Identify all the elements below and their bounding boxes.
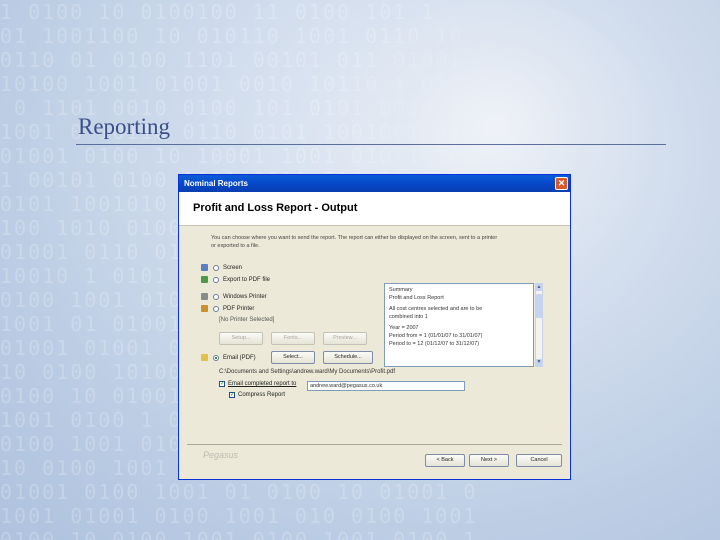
summary-scrollbar[interactable]: ▲ ▼ — [535, 283, 543, 367]
schedule-button[interactable]: Schedule... — [323, 351, 373, 364]
summary-line: Profit and Loss Report — [389, 294, 444, 301]
pdf-printer-icon — [201, 305, 208, 312]
summary-title: Summary — [389, 287, 413, 293]
option-export-pdf[interactable]: Export to PDF file — [201, 276, 270, 283]
option-screen[interactable]: Screen — [201, 264, 242, 271]
preview-button[interactable]: Preview... — [323, 332, 367, 345]
dialog-header: Profit and Loss Report - Output — [179, 192, 570, 226]
summary-line: combined into 1 — [389, 313, 428, 320]
summary-line: All cost centres selected and are to be — [389, 306, 483, 313]
dialog-description: You can choose where you want to send th… — [211, 235, 498, 249]
file-export-icon — [201, 276, 208, 283]
email-report-label: Email completed report to — [228, 381, 297, 387]
email-option-label: Email (PDF) — [223, 354, 256, 361]
summary-line: Period from = 1 (01/01/07 to 31/01/07) — [389, 332, 483, 339]
printer-icon — [201, 293, 208, 300]
screen-radio[interactable] — [213, 264, 219, 271]
scroll-up-icon[interactable]: ▲ — [536, 284, 542, 291]
nominal-reports-dialog: Nominal Reports ✕ Profit and Loss Report… — [178, 174, 571, 480]
back-button[interactable]: < Back — [425, 454, 465, 467]
email-address-input[interactable]: andrew.ward@pegasus.co.uk — [307, 381, 465, 391]
compress-checkbox[interactable]: ✓ — [229, 392, 235, 398]
option-windows-printer[interactable]: Windows Printer — [201, 293, 267, 300]
dialog-window-title: Nominal Reports — [184, 179, 249, 188]
slide-title: Reporting — [78, 114, 170, 139]
pdf-printer-radio[interactable] — [213, 305, 219, 312]
select-button[interactable]: Select... — [271, 351, 315, 364]
email-report-row[interactable]: ✓ Email completed report to — [219, 381, 296, 387]
summary-panel: Summary Profit and Loss Report All cost … — [384, 283, 534, 367]
export-pdf-radio[interactable] — [213, 276, 219, 283]
pegasus-watermark: Pegasus — [203, 450, 239, 460]
option-pdf-printer[interactable]: PDF Printer — [201, 305, 254, 312]
windows-printer-radio[interactable] — [213, 293, 219, 300]
file-path-text: C:\Documents and Settings\andrew.ward\My… — [219, 369, 396, 375]
compress-report-label: Compress Report — [238, 392, 286, 398]
dialog-titlebar[interactable]: Nominal Reports ✕ — [179, 175, 570, 192]
email-radio[interactable] — [213, 354, 219, 361]
cancel-button[interactable]: Cancel — [516, 454, 562, 467]
close-icon: ✕ — [557, 178, 566, 188]
compress-report-row[interactable]: ✓ Compress Report — [229, 392, 285, 398]
close-button[interactable]: ✕ — [555, 177, 568, 190]
screen-label: Screen — [223, 264, 243, 271]
folder-icon — [201, 354, 208, 361]
setup-button[interactable]: Setup... — [219, 332, 263, 345]
summary-line: Period to = 12 (01/12/07 to 31/12/07) — [389, 340, 480, 347]
summary-line: Year = 2007 — [389, 325, 419, 332]
title-underline — [76, 144, 666, 145]
monitor-icon — [201, 264, 208, 271]
scroll-down-icon[interactable]: ▼ — [536, 359, 542, 366]
selected-printer-text: [No Printer Selected] — [219, 317, 275, 323]
pdf-printer-label: PDF Printer — [223, 305, 255, 312]
dialog-heading: Profit and Loss Report - Output — [193, 202, 358, 214]
option-email[interactable]: Email (PDF) — [201, 354, 256, 361]
windows-printer-label: Windows Printer — [223, 293, 267, 300]
next-button[interactable]: Next > — [469, 454, 509, 467]
export-pdf-label: Export to PDF file — [223, 276, 271, 283]
email-checkbox[interactable]: ✓ — [219, 381, 225, 387]
fonts-button[interactable]: Fonts... — [271, 332, 315, 345]
footer-divider — [187, 444, 562, 445]
dialog-body: You can choose where you want to send th… — [179, 226, 570, 480]
scroll-thumb[interactable] — [536, 294, 542, 318]
